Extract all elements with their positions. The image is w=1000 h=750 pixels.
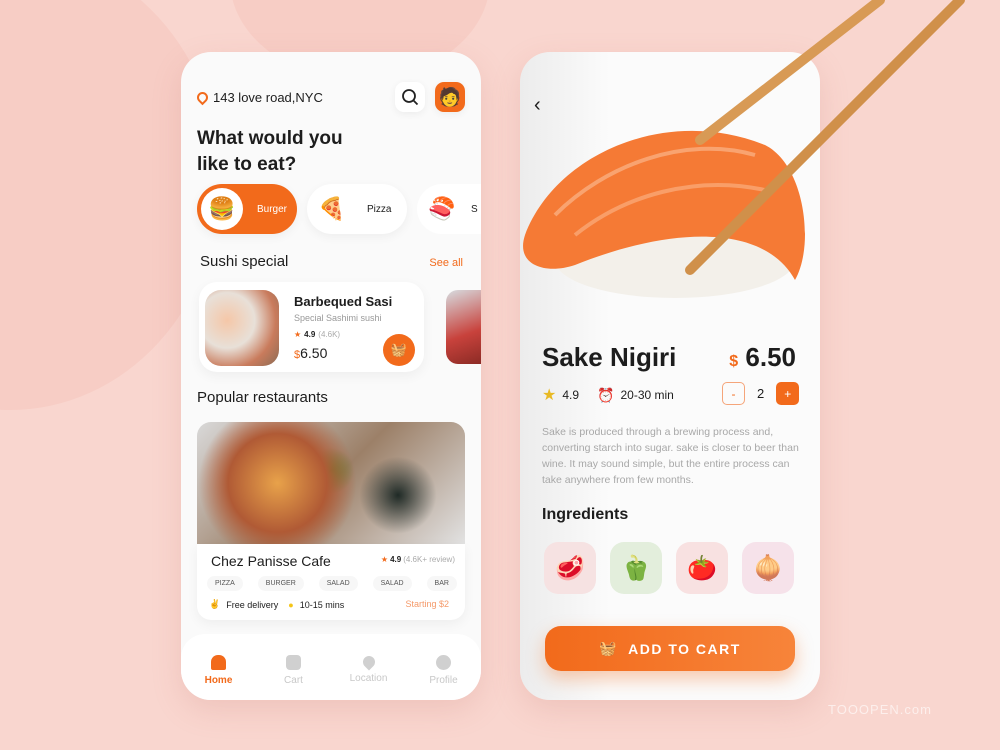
- item-rating: ★ 4.9 (4.6K): [294, 330, 340, 339]
- bottom-nav: Home Cart Location Profile: [181, 634, 481, 700]
- review-count: (4.6K+ review): [403, 555, 455, 564]
- restaurant-rating: ★ 4.9 (4.6K+ review): [381, 555, 455, 564]
- delivery-icon: ✌: [209, 599, 221, 609]
- bag-icon: [286, 654, 301, 670]
- nav-profile[interactable]: Profile: [419, 654, 469, 686]
- timer-icon: ●: [288, 599, 294, 610]
- category-list: 🍔 Burger 🍕 Pizza 🍣 S: [197, 184, 481, 234]
- delivery-text: Free delivery: [226, 599, 279, 610]
- meta-row: ★ 4.9 ⏰ 20-30 min: [542, 385, 674, 405]
- decrease-button[interactable]: -: [722, 382, 745, 405]
- star-icon: ★: [542, 387, 557, 404]
- page-title: What would you like to eat?: [197, 126, 377, 178]
- basket-icon: 🧺: [599, 640, 619, 656]
- search-button[interactable]: [395, 82, 425, 112]
- section-title: Sushi special: [200, 253, 289, 270]
- rating-value: 4.9: [390, 555, 402, 564]
- time-text: 10-15 mins: [299, 599, 345, 610]
- home-icon: [211, 654, 226, 670]
- restaurant-card[interactable]: Chez Panisse Cafe ★ 4.9 (4.6K+ review) PIZ…: [197, 544, 465, 620]
- basket-icon: 🧺: [390, 342, 408, 357]
- address-selector[interactable]: 143 love road,NYC: [194, 89, 323, 106]
- rating-value: 4.9: [304, 330, 316, 339]
- ingredients-title: Ingredients: [542, 506, 629, 523]
- ingredient-list: 🥩 🫑 🍅 🧅: [544, 542, 794, 594]
- tag[interactable]: SALAD: [318, 576, 358, 591]
- item-price: $6.50: [294, 345, 327, 361]
- tag[interactable]: SALAD: [372, 576, 412, 591]
- nav-home[interactable]: Home: [194, 654, 244, 686]
- prep-time: 20-30 min: [620, 388, 674, 402]
- address-text: 143 love road,NYC: [213, 90, 323, 105]
- section-title: Popular restaurants: [197, 389, 328, 406]
- pizza-icon: 🍕: [311, 188, 353, 230]
- product-name: Sake Nigiri: [542, 342, 677, 372]
- avatar[interactable]: 🧑: [435, 82, 465, 112]
- nav-label: Home: [204, 674, 233, 686]
- burger-icon: 🍔: [201, 188, 243, 230]
- watermark: TOOOPEN.com: [828, 702, 932, 717]
- nav-location[interactable]: Location: [344, 653, 394, 684]
- profile-icon: [436, 654, 451, 670]
- currency: $: [729, 353, 739, 370]
- add-to-cart-button[interactable]: 🧺 ADD TO CART: [545, 626, 795, 671]
- category-pizza[interactable]: 🍕 Pizza: [307, 184, 407, 234]
- category-burger[interactable]: 🍔 Burger: [197, 184, 297, 234]
- sushi-icon: 🍣: [421, 188, 463, 230]
- nav-cart[interactable]: Cart: [269, 654, 319, 686]
- onion-icon[interactable]: 🧅: [742, 542, 794, 594]
- price-value: 6.50: [745, 342, 796, 372]
- add-to-cart-label: ADD TO CART: [628, 640, 741, 657]
- item-name: Barbequed Sasi: [294, 294, 393, 309]
- category-label: Pizza: [367, 203, 392, 215]
- location-pin-icon: [194, 89, 211, 106]
- home-screen: 143 love road,NYC 🧑 What would you like t…: [181, 52, 481, 700]
- restaurant-image[interactable]: [197, 422, 465, 544]
- search-icon: [402, 89, 419, 106]
- nav-label: Profile: [429, 674, 458, 686]
- nav-label: Location: [349, 673, 388, 684]
- increase-button[interactable]: +: [776, 382, 800, 405]
- category-label: S: [471, 203, 478, 215]
- tag[interactable]: BAR: [426, 576, 457, 591]
- add-basket-button[interactable]: 🧺: [383, 334, 415, 366]
- pepper-icon[interactable]: 🫑: [610, 542, 662, 594]
- quantity-value: 2: [757, 386, 765, 401]
- sushi-image: [205, 290, 279, 366]
- description: Sake is produced through a brewing proce…: [542, 426, 799, 486]
- alarm-clock-icon: ⏰: [597, 386, 615, 403]
- tag[interactable]: BURGER: [257, 576, 304, 591]
- star-icon: ★: [294, 330, 302, 339]
- rating-value: 4.9: [562, 388, 580, 402]
- sushi-card-next[interactable]: [446, 290, 481, 364]
- chopsticks: [685, 0, 965, 275]
- location-icon: [360, 653, 377, 671]
- product-price: $ 6.50: [729, 342, 796, 373]
- see-all-link[interactable]: See all: [429, 257, 463, 269]
- nav-label: Cart: [284, 674, 303, 686]
- price-value: 6.50: [300, 345, 328, 361]
- title-line: What would you: [197, 128, 343, 149]
- category-label: Burger: [257, 203, 288, 215]
- sushi-card[interactable]: Barbequed Sasi Special Sashimi sushi ★ 4.…: [199, 282, 424, 372]
- delivery-info: ✌ Free delivery ● 10-15 mins: [209, 599, 344, 610]
- title-line: like to eat?: [197, 154, 297, 175]
- item-subtitle: Special Sashimi sushi: [294, 313, 382, 323]
- tomato-icon[interactable]: 🍅: [676, 542, 728, 594]
- meat-icon[interactable]: 🥩: [544, 542, 596, 594]
- tag-list: PIZZA BURGER SALAD SALAD BAR: [207, 576, 457, 591]
- category-sushi[interactable]: 🍣 S: [417, 184, 481, 234]
- star-icon: ★: [380, 555, 389, 564]
- quantity-stepper: - 2 +: [722, 382, 800, 405]
- review-count: (4.6K): [318, 330, 341, 339]
- restaurant-name: Chez Panisse Cafe: [211, 553, 331, 569]
- tag[interactable]: PIZZA: [207, 576, 243, 591]
- starting-price: Starting $2: [405, 599, 449, 609]
